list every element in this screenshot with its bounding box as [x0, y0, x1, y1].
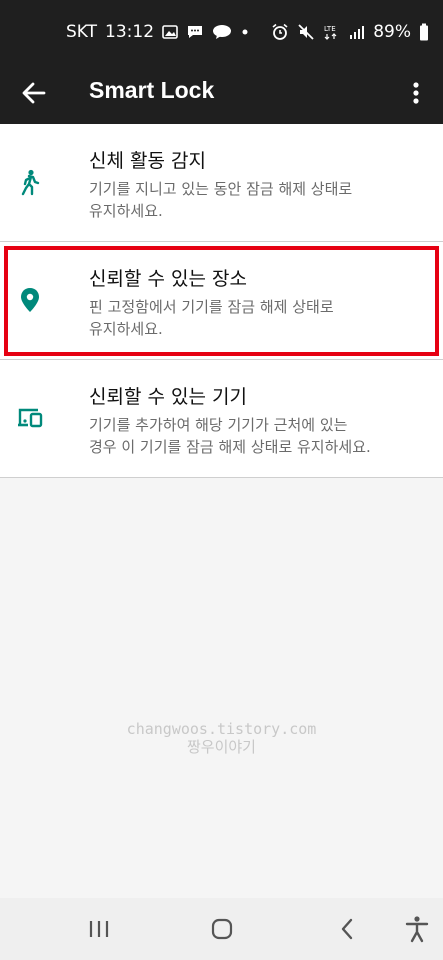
item-description: 기기를 추가하여 해당 기기가 근처에 있는 경우 이 기기를 잠금 해제 상태… — [89, 414, 427, 458]
item-description-line: 핀 고정함에서 기기를 잠금 해제 상태로 — [89, 298, 334, 316]
home-button[interactable] — [205, 914, 239, 944]
chevron-left-icon — [341, 918, 353, 940]
item-description-line: 유지하세요. — [89, 202, 163, 220]
system-navigation-bar — [0, 898, 443, 960]
watermark-url: changwoos.tistory.com — [126, 720, 317, 738]
more-vertical-icon — [413, 82, 419, 104]
more-notifications-dot-icon — [242, 29, 248, 35]
chat-notification-icon — [188, 26, 203, 38]
battery-icon — [420, 23, 428, 41]
item-description-line: 경우 이 기기를 잠금 해제 상태로 유지하세요. — [89, 438, 371, 456]
home-icon — [211, 918, 233, 940]
item-description-line: 기기를 추가하여 해당 기기가 근처에 있는 — [89, 416, 348, 434]
devices-icon — [18, 408, 43, 428]
status-bar: SKT 13:12 LTE 89% — [0, 0, 443, 62]
item-text: 신뢰할 수 있는 장소 핀 고정함에서 기기를 잠금 해제 상태로 유지하세요. — [89, 266, 427, 340]
watermark: changwoos.tistory.com 짱우이야기 — [0, 720, 443, 756]
status-left: SKT 13:12 — [66, 22, 250, 42]
clock: 13:12 — [105, 22, 155, 42]
list-item-trusted-places[interactable]: 신뢰할 수 있는 장소 핀 고정함에서 기기를 잠금 해제 상태로 유지하세요. — [0, 242, 443, 360]
accessibility-button[interactable] — [400, 914, 434, 944]
item-description: 기기를 지니고 있는 동안 잠금 해제 상태로 유지하세요. — [89, 178, 427, 222]
mute-icon — [298, 24, 314, 40]
item-text: 신체 활동 감지 기기를 지니고 있는 동안 잠금 해제 상태로 유지하세요. — [89, 148, 427, 222]
battery-percent: 89% — [373, 22, 411, 42]
walking-icon — [21, 169, 40, 196]
gallery-notification-icon — [162, 25, 178, 39]
list-item-trusted-devices[interactable]: 신뢰할 수 있는 기기 기기를 추가하여 해당 기기가 근처에 있는 경우 이 … — [0, 360, 443, 478]
recent-apps-button[interactable] — [82, 914, 116, 944]
smart-lock-options-list: 신체 활동 감지 기기를 지니고 있는 동안 잠금 해제 상태로 유지하세요. … — [0, 124, 443, 478]
nav-back-button[interactable] — [330, 914, 364, 944]
recent-apps-icon — [89, 921, 109, 937]
item-description: 핀 고정함에서 기기를 잠금 해제 상태로 유지하세요. — [89, 296, 427, 340]
back-button[interactable] — [14, 76, 54, 110]
app-toolbar: Smart Lock — [0, 62, 443, 124]
talk-notification-icon — [213, 25, 232, 39]
more-options-button[interactable] — [401, 76, 431, 110]
list-item-on-body-detection[interactable]: 신체 활동 감지 기기를 지니고 있는 동안 잠금 해제 상태로 유지하세요. — [0, 124, 443, 242]
accessibility-icon — [405, 916, 429, 943]
location-pin-icon — [21, 288, 39, 312]
item-description-line: 기기를 지니고 있는 동안 잠금 해제 상태로 — [89, 180, 353, 198]
watermark-blog-name: 짱우이야기 — [186, 738, 256, 756]
lte-icon: LTE — [324, 25, 337, 40]
signal-icon — [350, 26, 365, 39]
item-title: 신뢰할 수 있는 장소 — [89, 268, 247, 290]
item-title: 신뢰할 수 있는 기기 — [89, 386, 247, 408]
item-description-line: 유지하세요. — [89, 320, 163, 338]
svg-text:LTE: LTE — [324, 25, 336, 33]
carrier-label: SKT — [66, 22, 98, 42]
page-title: Smart Lock — [89, 77, 215, 103]
alarm-icon — [272, 23, 288, 40]
arrow-left-icon — [22, 82, 46, 104]
item-title: 신체 활동 감지 — [89, 150, 206, 172]
status-right: LTE 89% — [271, 22, 429, 42]
item-text: 신뢰할 수 있는 기기 기기를 추가하여 해당 기기가 근처에 있는 경우 이 … — [89, 384, 427, 458]
